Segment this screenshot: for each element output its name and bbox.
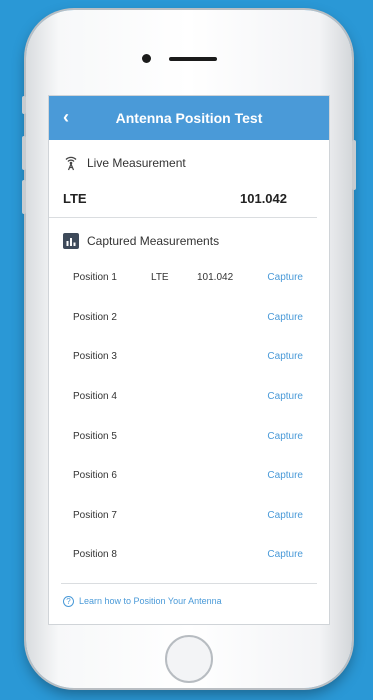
power-button	[352, 140, 356, 190]
capture-row: Position 3 Capture	[73, 337, 315, 377]
position-label: Position 7	[73, 509, 117, 521]
help-link[interactable]: ? Learn how to Position Your Antenna	[49, 584, 329, 619]
capture-button[interactable]: Capture	[267, 470, 315, 481]
capture-row: Position 4 Capture	[73, 377, 315, 417]
front-camera	[142, 54, 151, 63]
back-button[interactable]: ‹	[63, 107, 69, 128]
position-label: Position 3	[73, 351, 117, 363]
position-label: Position 8	[73, 549, 117, 561]
captured-measurements-label: Captured Measurements	[87, 234, 220, 248]
position-label: Position 5	[73, 430, 117, 442]
capture-row: Position 6 Capture	[73, 456, 315, 496]
navigation-bar: ‹ Antenna Position Test	[49, 96, 329, 140]
capture-button[interactable]: Capture	[267, 431, 315, 442]
live-measurement-header: Live Measurement	[49, 146, 329, 180]
help-circle-icon: ?	[63, 595, 74, 607]
help-link-label[interactable]: Learn how to Position Your Antenna	[79, 596, 222, 606]
capture-row: Position 8 Capture	[73, 535, 315, 575]
live-measurement-row: LTE 101.042	[49, 180, 317, 218]
app-screen: ‹ Antenna Position Test Live Measurement…	[48, 95, 330, 625]
live-network-type: LTE	[63, 191, 87, 206]
capture-button[interactable]: Capture	[267, 272, 315, 283]
earpiece-speaker	[169, 57, 217, 61]
capture-row: Position 2 Capture	[73, 298, 315, 338]
row-value: 101.042	[197, 272, 234, 284]
capture-button[interactable]: Capture	[267, 391, 315, 402]
capture-button[interactable]: Capture	[267, 312, 315, 323]
position-label: Position 1	[73, 272, 117, 284]
capture-row: Position 1 LTE 101.042 Capture	[73, 258, 315, 298]
capture-button[interactable]: Capture	[267, 510, 315, 521]
position-label: Position 6	[73, 470, 117, 482]
position-label: Position 2	[73, 311, 117, 323]
capture-row: Position 5 Capture	[73, 416, 315, 456]
live-value: 101.042	[240, 191, 287, 206]
volume-up-button	[22, 136, 26, 170]
bar-chart-icon	[63, 233, 79, 249]
row-network-type: LTE	[151, 272, 169, 284]
capture-button[interactable]: Capture	[267, 351, 315, 362]
captured-measurements-header: Captured Measurements	[49, 224, 329, 258]
volume-down-button	[22, 180, 26, 214]
antenna-icon	[63, 155, 79, 171]
phone-frame: ‹ Antenna Position Test Live Measurement…	[22, 10, 356, 688]
page-title: Antenna Position Test	[115, 110, 263, 126]
captured-measurements-list: Position 1 LTE 101.042 Capture Position …	[49, 258, 329, 575]
home-button[interactable]	[165, 635, 213, 683]
capture-row: Position 7 Capture	[73, 496, 315, 536]
mute-switch	[22, 96, 26, 114]
position-label: Position 4	[73, 391, 117, 403]
live-measurement-label: Live Measurement	[87, 156, 186, 170]
capture-button[interactable]: Capture	[267, 549, 315, 560]
